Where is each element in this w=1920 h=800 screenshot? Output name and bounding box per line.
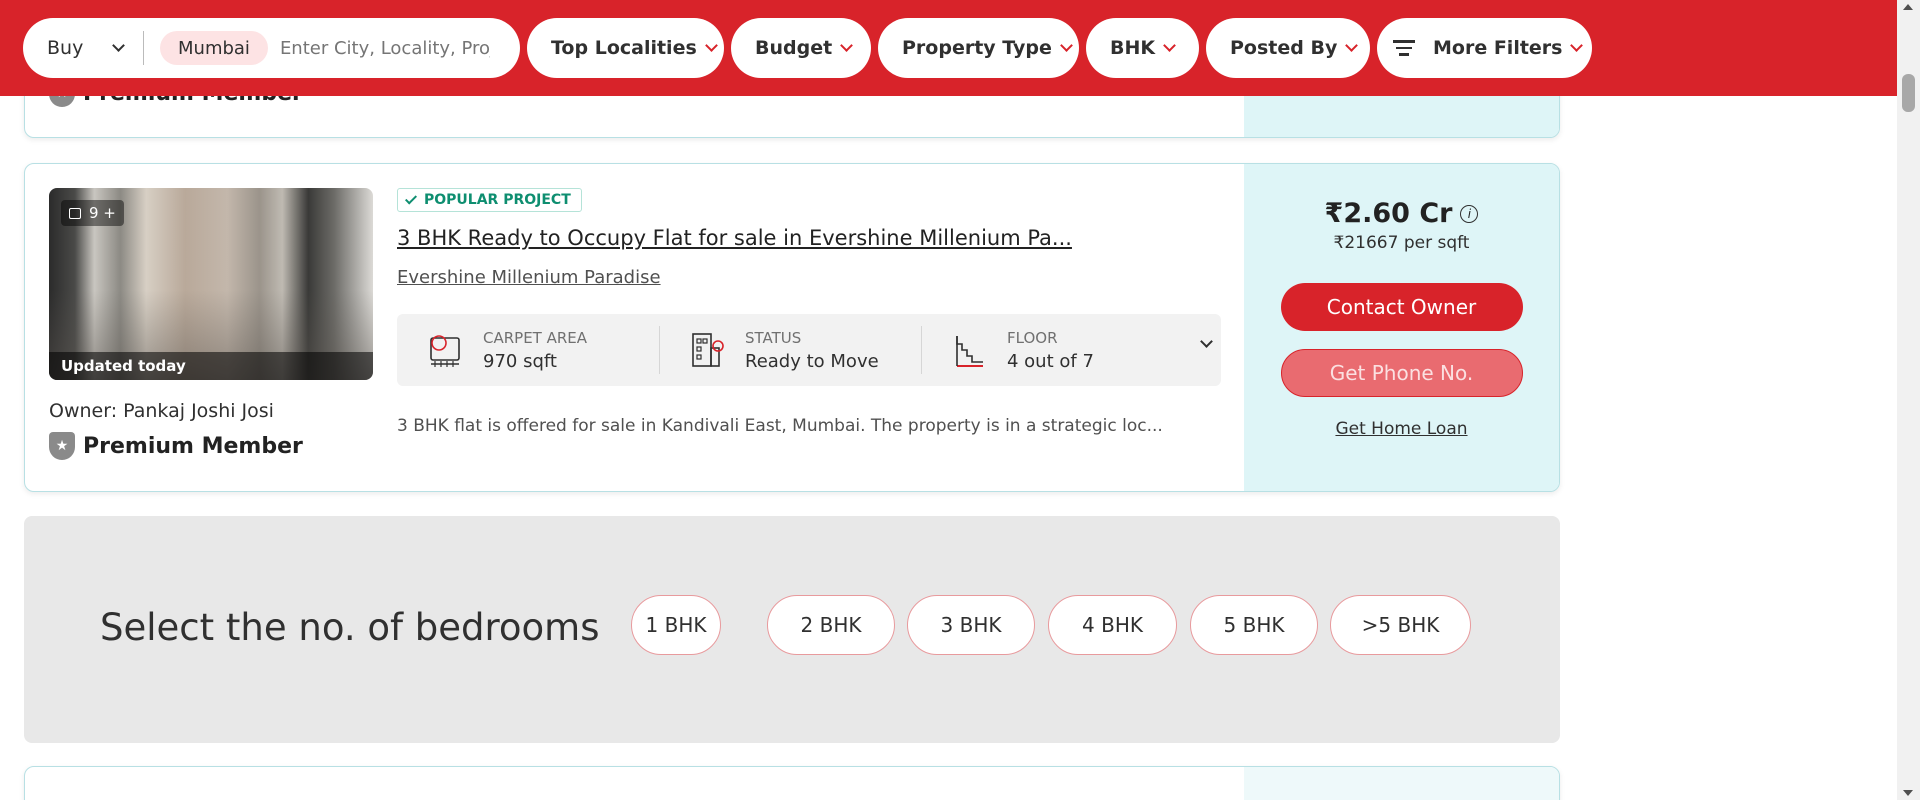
scroll-down-arrow-icon[interactable] (1903, 790, 1913, 796)
bhk-option-5[interactable]: 5 BHK (1190, 595, 1318, 655)
bhk-option-3[interactable]: 3 BHK (907, 595, 1035, 655)
stairs-floor-icon (956, 336, 983, 367)
page-scrollbar[interactable] (1897, 0, 1920, 800)
price: ₹2.60 Cr i (1244, 198, 1559, 229)
get-home-loan-link[interactable]: Get Home Loan (1335, 419, 1467, 439)
filter-bar: Buy Mumbai Top Localities Budget Propert… (0, 0, 1897, 96)
expand-specs-chevron-icon[interactable] (1200, 335, 1213, 348)
chevron-down-icon (1570, 39, 1584, 52)
chevron-down-icon (112, 39, 125, 52)
budget-filter[interactable]: Budget (731, 18, 871, 78)
spec-status: STATUS Ready to Move (659, 314, 921, 386)
listing-title-link[interactable]: 3 BHK Ready to Occupy Flat for sale in E… (397, 226, 1072, 250)
image-icon (69, 207, 81, 219)
posted-by-filter[interactable]: Posted By (1206, 18, 1370, 78)
carpet-area-icon (430, 335, 460, 367)
property-type-filter[interactable]: Property Type (878, 18, 1079, 78)
spec-floor: FLOOR 4 out of 7 (921, 314, 1183, 386)
listing-card[interactable]: 9 + Updated today Owner: Pankaj Joshi Jo… (24, 163, 1560, 492)
contact-owner-button[interactable]: Contact Owner (1280, 283, 1523, 331)
transaction-type-dropdown[interactable]: Buy (23, 18, 143, 78)
bhk-option-1[interactable]: 1 BHK (631, 595, 721, 655)
property-photo[interactable]: 9 + Updated today (49, 188, 373, 380)
star-shield-icon: ★ (49, 432, 75, 460)
bhk-option-more-than-5[interactable]: >5 BHK (1330, 595, 1471, 655)
project-name-link[interactable]: Evershine Millenium Paradise (397, 267, 661, 288)
filter-lines-icon (1393, 36, 1415, 60)
top-localities-filter[interactable]: Top Localities (527, 18, 724, 78)
chevron-down-icon (704, 39, 718, 52)
updated-label: Updated today (49, 352, 373, 380)
next-listing-card[interactable] (24, 766, 1560, 800)
property-specs: CARPET AREA 970 sqft STATUS Ready to Mov… (397, 314, 1221, 386)
bedroom-selector-title: Select the no. of bedrooms (100, 606, 600, 649)
building-status-icon (692, 333, 724, 367)
scrollbar-thumb[interactable] (1902, 74, 1915, 112)
popular-project-badge: POPULAR PROJECT (397, 188, 582, 212)
bhk-filter[interactable]: BHK (1086, 18, 1199, 78)
scroll-up-arrow-icon[interactable] (1903, 4, 1913, 10)
chevron-down-icon (840, 39, 854, 52)
chevron-down-icon (1163, 39, 1176, 52)
premium-member-label: ★ Premium Member (49, 432, 303, 460)
bhk-option-2[interactable]: 2 BHK (767, 595, 895, 655)
bedroom-selector: Select the no. of bedrooms 1 BHK 2 BHK 3… (24, 516, 1560, 743)
price-panel: ₹2.60 Cr i ₹21667 per sqft Contact Owner… (1244, 164, 1559, 491)
more-filters-button[interactable]: More Filters (1377, 18, 1592, 78)
listing-description[interactable]: 3 BHK flat is offered for sale in Kandiv… (397, 416, 1163, 436)
bhk-option-4[interactable]: 4 BHK (1048, 595, 1177, 655)
next-card-side-panel (1244, 767, 1559, 800)
chevron-down-icon (1345, 39, 1359, 52)
chevron-down-icon (1060, 39, 1073, 52)
check-icon (404, 192, 418, 205)
info-icon[interactable]: i (1460, 204, 1479, 223)
search-box: Buy Mumbai (23, 18, 520, 78)
divider (143, 31, 144, 65)
get-phone-button[interactable]: Get Phone No. (1280, 349, 1523, 397)
photo-count-badge: 9 + (61, 200, 124, 226)
owner-name: Owner: Pankaj Joshi Josi (49, 400, 274, 422)
spec-carpet-area: CARPET AREA 970 sqft (397, 314, 659, 386)
city-chip[interactable]: Mumbai (160, 31, 268, 65)
price-per-sqft: ₹21667 per sqft (1333, 233, 1470, 253)
search-input[interactable] (279, 37, 490, 59)
